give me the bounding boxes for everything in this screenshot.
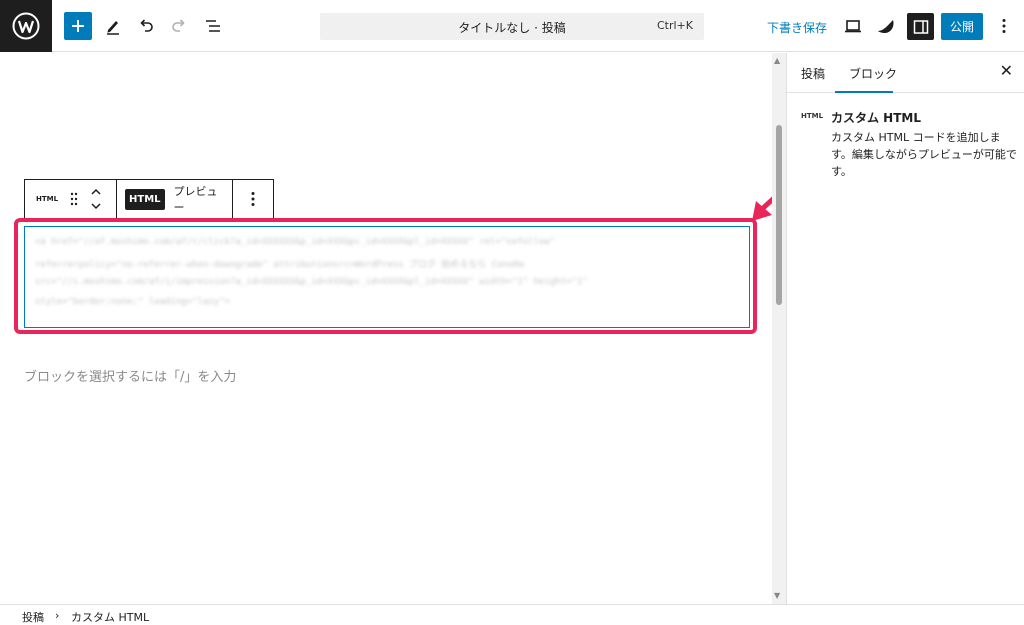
block-toolbar-group-mode: HTML プレビュー (117, 180, 233, 218)
more-vertical-icon (1002, 19, 1006, 33)
preview-tab[interactable]: プレビュー (174, 183, 221, 215)
block-toolbar: HTML HTML プレビュー (24, 179, 274, 219)
scroll-up-icon[interactable]: ▲ (774, 56, 780, 65)
redo-icon (172, 19, 185, 32)
scroll-down-icon[interactable]: ▼ (774, 591, 780, 600)
block-options-button[interactable] (233, 180, 273, 218)
save-draft-button[interactable]: 下書き保存 (767, 19, 827, 36)
html-code-textarea[interactable]: <a href="//af.moshimo.com/af/c/click?a_i… (24, 226, 750, 328)
tab-block[interactable]: ブロック (849, 65, 897, 82)
breadcrumb-separator-icon: › (55, 609, 60, 622)
command-palette-bar[interactable]: タイトルなし · 投稿 Ctrl+K (320, 13, 704, 40)
block-card-description: カスタム HTML コードを追加します。編集しながらプレビューが可能です。 (831, 131, 1017, 178)
list-view-icon (206, 20, 220, 32)
breadcrumb-item-post[interactable]: 投稿 (22, 609, 44, 625)
breadcrumb-item-block[interactable]: カスタム HTML (71, 609, 149, 625)
pencil-icon (107, 21, 119, 35)
code-line: src="//i.moshimo.com/af/i/impression?a_i… (35, 277, 588, 287)
wordpress-logo-button[interactable] (0, 0, 52, 52)
more-vertical-icon (251, 192, 255, 206)
plus-icon (72, 20, 84, 32)
styles-button[interactable] (870, 10, 902, 42)
shortcut-hint: Ctrl+K (656, 19, 693, 32)
publish-button[interactable]: 公開 (941, 13, 983, 40)
undo-button[interactable] (130, 10, 162, 42)
document-title: タイトルなし · 投稿 (458, 21, 566, 35)
styles-icon (878, 20, 894, 33)
editor-header: タイトルなし · 投稿 Ctrl+K 下書き保存 公開 (0, 0, 1024, 52)
desktop-icon (845, 20, 861, 33)
redo-button[interactable] (163, 10, 195, 42)
drag-handle-icon[interactable] (70, 192, 78, 206)
settings-sidebar: 投稿 ブロック ✕ HTML カスタム HTML カスタム HTML コードを追… (786, 53, 1024, 604)
options-button[interactable] (988, 10, 1020, 42)
close-icon[interactable]: ✕ (1000, 61, 1013, 80)
move-up-down-icon[interactable] (90, 187, 102, 211)
html-block-icon[interactable]: HTML (36, 195, 58, 203)
tools-button[interactable] (97, 10, 129, 42)
sidebar-tabs: 投稿 ブロック ✕ (787, 53, 1024, 93)
document-overview-button[interactable] (197, 10, 229, 42)
tab-post[interactable]: 投稿 (801, 65, 825, 82)
undo-icon (140, 19, 153, 32)
html-block-icon: HTML (801, 112, 824, 120)
sidebar-icon (913, 19, 928, 34)
scrollbar-thumb[interactable] (776, 125, 782, 305)
code-line: <a href="//af.moshimo.com/af/c/click?a_i… (35, 237, 556, 247)
block-appender-placeholder[interactable]: ブロックを選択するには「/」を入力 (24, 366, 236, 385)
breadcrumb: 投稿 › カスタム HTML (0, 604, 1024, 625)
settings-toggle-button[interactable] (907, 13, 934, 40)
active-tab-indicator (835, 91, 893, 93)
html-tab[interactable]: HTML (125, 188, 165, 210)
code-line: style="border:none;" loading="lazy"> (35, 297, 231, 307)
block-toolbar-group-block: HTML (25, 180, 117, 218)
add-block-button[interactable] (64, 12, 92, 40)
block-card-title: カスタム HTML (831, 111, 921, 125)
code-line: referrerpolicy="no-referrer-when-downgra… (35, 260, 525, 270)
wordpress-icon (12, 12, 40, 40)
preview-button[interactable] (837, 10, 869, 42)
